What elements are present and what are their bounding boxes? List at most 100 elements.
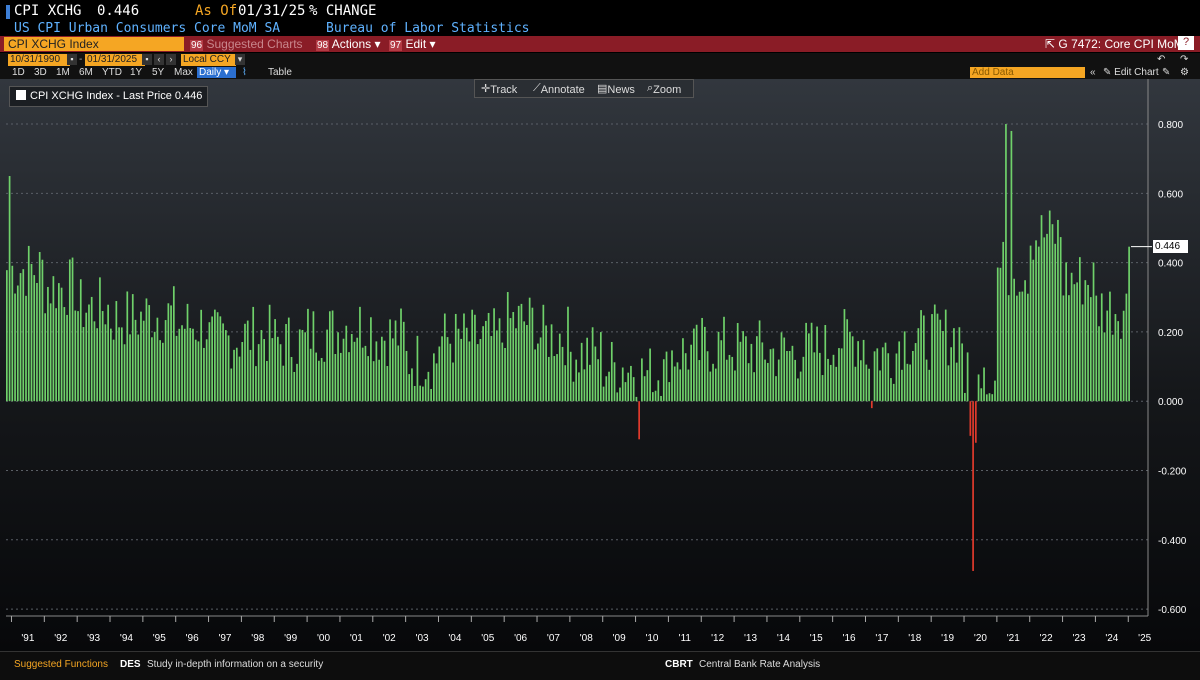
redo-icon[interactable]: ↷	[1180, 54, 1188, 65]
bar	[82, 327, 85, 402]
add-data-input[interactable]: Add Data	[970, 67, 1085, 78]
bar	[134, 319, 137, 402]
end-date-input[interactable]: 01/31/2025	[85, 54, 145, 66]
bar	[359, 306, 361, 402]
security-header: CPI XCHG 0.446 As Of 01/31/25 % CHANGE	[0, 0, 1200, 21]
chart-area[interactable]: 0.800 0.600 0.400 0.200 0.000 -0.200 -0.400 -0.…	[0, 79, 1200, 651]
table-button[interactable]: Table	[268, 67, 292, 78]
edit-chart-button[interactable]: ✎ Edit Chart	[1103, 67, 1159, 78]
bar	[933, 304, 936, 402]
x-tick-label: '18	[908, 633, 921, 644]
bar	[233, 349, 235, 402]
bar	[1128, 246, 1130, 402]
bar	[356, 337, 359, 402]
bar	[750, 343, 753, 402]
bar-chart[interactable]: 0.800 0.600 0.400 0.200 0.000 -0.200 -0.400 -0.…	[0, 79, 1200, 651]
period-6m[interactable]: 6M	[79, 67, 93, 78]
start-date-input[interactable]: 10/31/1990	[8, 54, 70, 66]
header-accent	[6, 5, 10, 19]
bar	[140, 311, 142, 402]
line-chart-icon[interactable]: ⌇	[242, 67, 247, 78]
track-tool[interactable]: ✛ Track	[481, 82, 517, 96]
zoom-tool[interactable]: ⌕ Zoom	[647, 82, 681, 96]
bar	[446, 337, 449, 402]
period-1d[interactable]: 1D	[12, 67, 25, 78]
bar	[703, 326, 706, 402]
function-desc-des[interactable]: Study in-depth information on a security	[147, 659, 323, 670]
bar	[649, 348, 651, 402]
bar	[222, 323, 224, 402]
x-tick-label: '07	[547, 633, 560, 644]
bar	[1062, 295, 1065, 402]
currency-select[interactable]: Local CCY	[181, 54, 236, 66]
pencil-icon[interactable]: ✎	[1162, 67, 1170, 78]
bar	[293, 371, 296, 402]
bar	[1114, 314, 1117, 402]
chart-id[interactable]: ⇱ G 7472: Core CPI MoM	[1045, 37, 1184, 51]
bar	[1117, 321, 1120, 402]
bar	[996, 267, 999, 402]
period-1m[interactable]: 1M	[56, 67, 70, 78]
function-desc-cbrt[interactable]: Central Bank Rate Analysis	[699, 659, 820, 670]
calendar-icon[interactable]: ▪	[142, 54, 152, 65]
bar	[547, 356, 550, 402]
bar	[509, 318, 512, 402]
bar	[435, 363, 438, 402]
bar	[1018, 291, 1021, 402]
chart-legend[interactable]: CPI XCHG Index - Last Price 0.446	[9, 86, 208, 107]
bar	[208, 322, 211, 402]
x-tick-label: '09	[613, 633, 626, 644]
bar	[211, 316, 213, 402]
frequency-select[interactable]: Daily ▾	[197, 67, 236, 78]
bar	[512, 312, 515, 402]
period-5y[interactable]: 5Y	[152, 67, 164, 78]
x-tick-label: '04	[448, 633, 461, 644]
period-ytd[interactable]: YTD	[102, 67, 122, 78]
y-tick-label: 0.200	[1158, 328, 1183, 339]
collapse-icon[interactable]: «	[1090, 67, 1096, 78]
period-3d[interactable]: 3D	[34, 67, 47, 78]
chevron-down-icon[interactable]: ▾	[235, 54, 245, 65]
as-of-date[interactable]: 01/31/25	[238, 3, 305, 19]
calendar-icon[interactable]: ▪	[67, 54, 77, 65]
bar	[394, 320, 397, 402]
bar	[646, 370, 649, 402]
annotate-tool[interactable]: ⟋ Annotate	[533, 82, 585, 96]
bar	[561, 346, 564, 402]
bar	[717, 331, 720, 402]
help-icon[interactable]: ?	[1178, 36, 1194, 50]
security-input[interactable]: CPI XCHG Index	[4, 37, 184, 51]
y-tick-label: -0.400	[1158, 536, 1187, 547]
change-type[interactable]: % CHANGE	[309, 3, 376, 19]
bar	[164, 320, 167, 402]
bar	[1087, 284, 1089, 402]
news-tool[interactable]: ▤ News	[597, 82, 635, 96]
chevron-left-icon[interactable]: ‹	[154, 54, 164, 65]
function-code-des[interactable]: DES	[120, 659, 141, 670]
bar	[931, 314, 933, 402]
bar	[1005, 124, 1007, 402]
bar	[279, 344, 282, 402]
bar	[517, 305, 520, 402]
bar	[465, 327, 468, 402]
bar	[391, 338, 394, 402]
period-max[interactable]: Max	[174, 67, 193, 78]
actions-menu[interactable]: 98 Actions ▾	[316, 37, 381, 51]
edit-menu[interactable]: 97 Edit ▾	[389, 37, 436, 51]
bar	[203, 347, 205, 402]
suggested-charts-menu[interactable]: 96 Suggested Charts	[190, 37, 303, 51]
bar	[361, 347, 364, 402]
bar	[816, 326, 818, 402]
bar	[126, 291, 129, 402]
bar	[709, 371, 712, 402]
bar	[235, 347, 238, 402]
undo-icon[interactable]: ↶	[1157, 54, 1165, 65]
function-code-cbrt[interactable]: CBRT	[665, 659, 693, 670]
chevron-right-icon[interactable]: ›	[166, 54, 176, 65]
bar	[988, 393, 991, 402]
x-tick-label: '05	[481, 633, 494, 644]
period-1y[interactable]: 1Y	[130, 67, 142, 78]
bar	[808, 333, 810, 402]
settings-icon[interactable]: ⚙	[1180, 67, 1189, 78]
date-separator: -	[79, 54, 83, 65]
